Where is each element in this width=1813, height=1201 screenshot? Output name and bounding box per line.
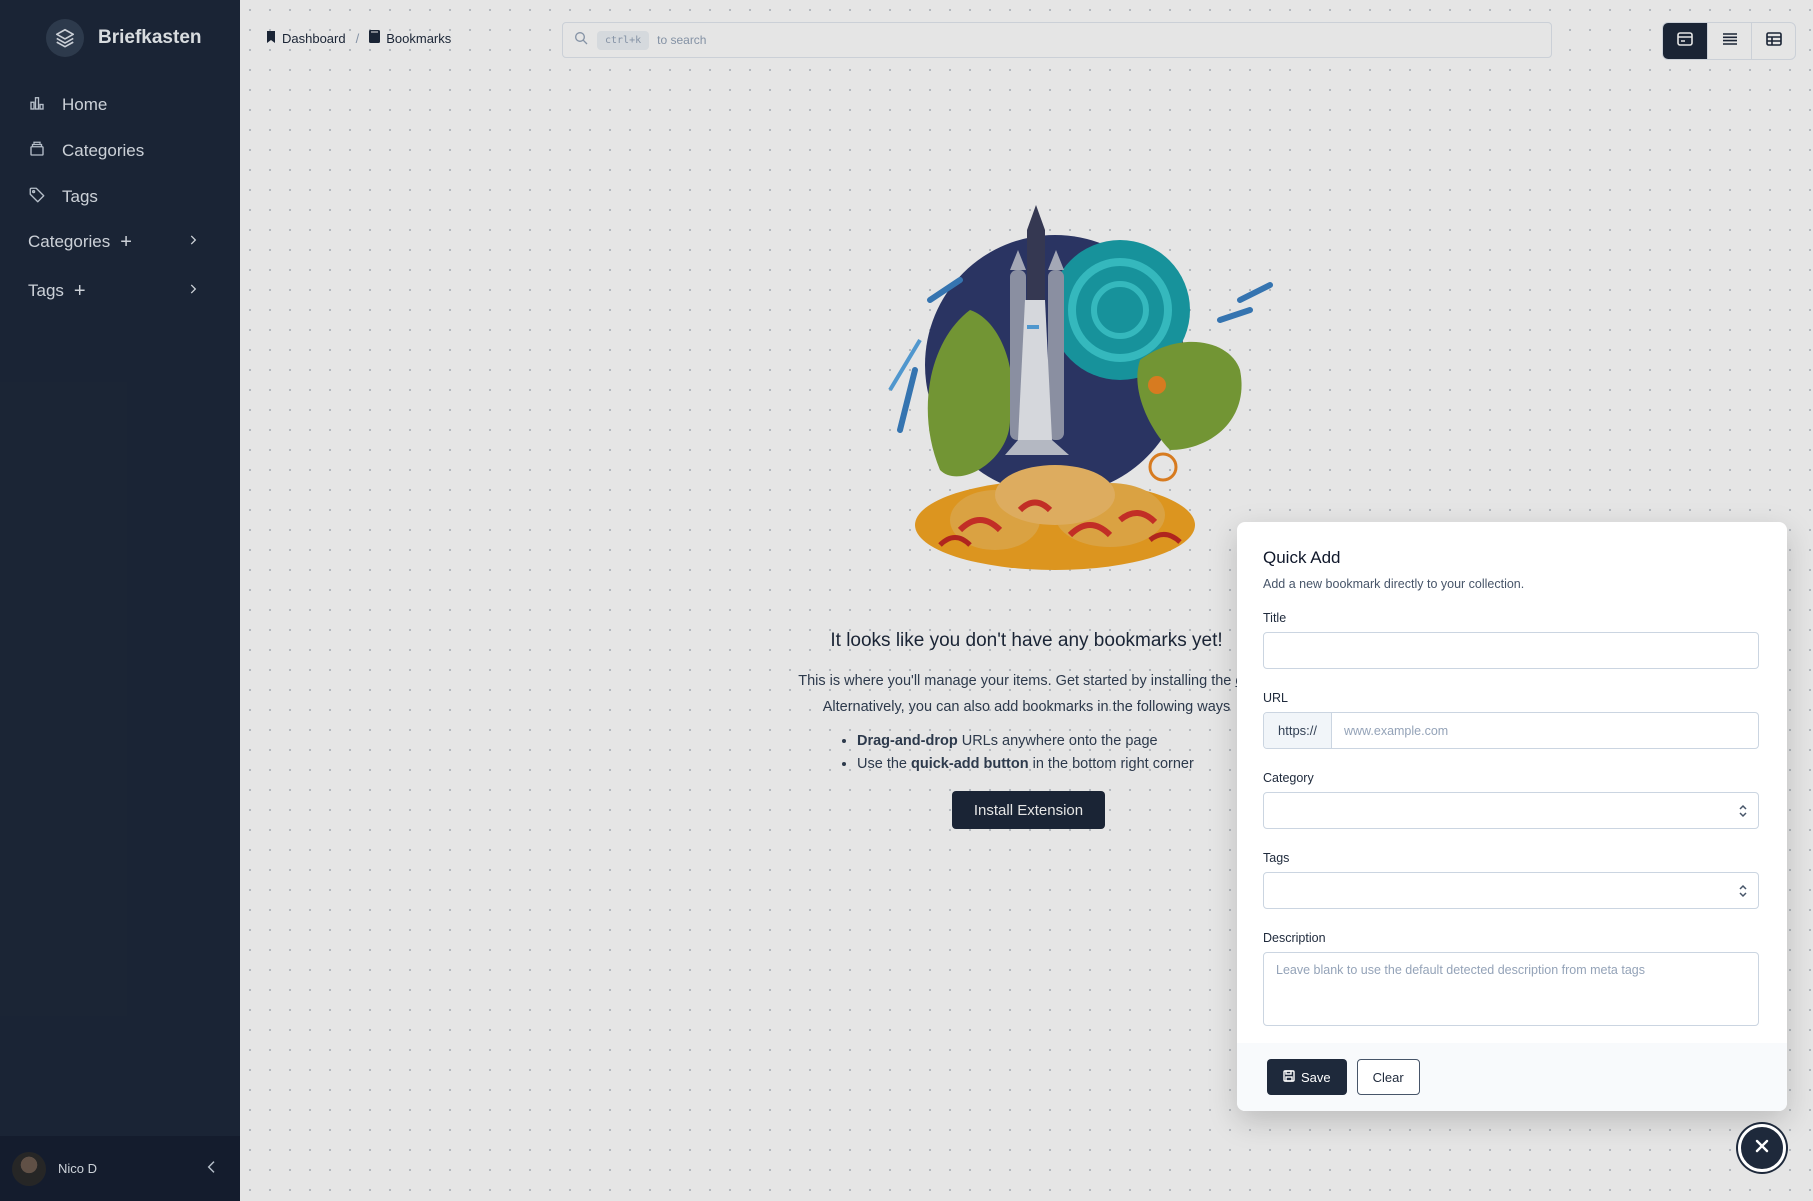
category-label: Category bbox=[1263, 771, 1314, 785]
tags-select[interactable] bbox=[1263, 872, 1759, 909]
close-icon bbox=[1755, 1139, 1769, 1158]
floppy-disk-icon bbox=[1283, 1069, 1295, 1085]
dialog-footer: Save Clear bbox=[1237, 1043, 1787, 1111]
url-field-group: https:// www.example.com bbox=[1263, 712, 1759, 749]
category-select[interactable] bbox=[1263, 792, 1759, 829]
url-prefix: https:// bbox=[1264, 713, 1332, 748]
chevron-up-down-icon bbox=[1738, 804, 1748, 823]
clear-button[interactable]: Clear bbox=[1356, 1059, 1420, 1095]
url-field[interactable]: www.example.com bbox=[1332, 713, 1758, 748]
close-quick-add-button[interactable] bbox=[1738, 1124, 1786, 1172]
tags-label: Tags bbox=[1263, 851, 1290, 865]
chevron-up-down-icon bbox=[1738, 884, 1748, 903]
title-field[interactable] bbox=[1263, 632, 1759, 669]
description-field[interactable]: Leave blank to use the default detected … bbox=[1263, 952, 1759, 1026]
title-label: Title bbox=[1263, 611, 1287, 625]
quick-add-dialog: Quick Add Add a new bookmark directly to… bbox=[1237, 522, 1787, 1111]
dialog-title: Quick Add bbox=[1263, 548, 1341, 567]
url-label: URL bbox=[1263, 691, 1289, 705]
save-button[interactable]: Save bbox=[1267, 1059, 1347, 1095]
description-label: Description bbox=[1263, 931, 1326, 945]
dialog-subtitle: Add a new bookmark directly to your coll… bbox=[1263, 577, 1525, 591]
